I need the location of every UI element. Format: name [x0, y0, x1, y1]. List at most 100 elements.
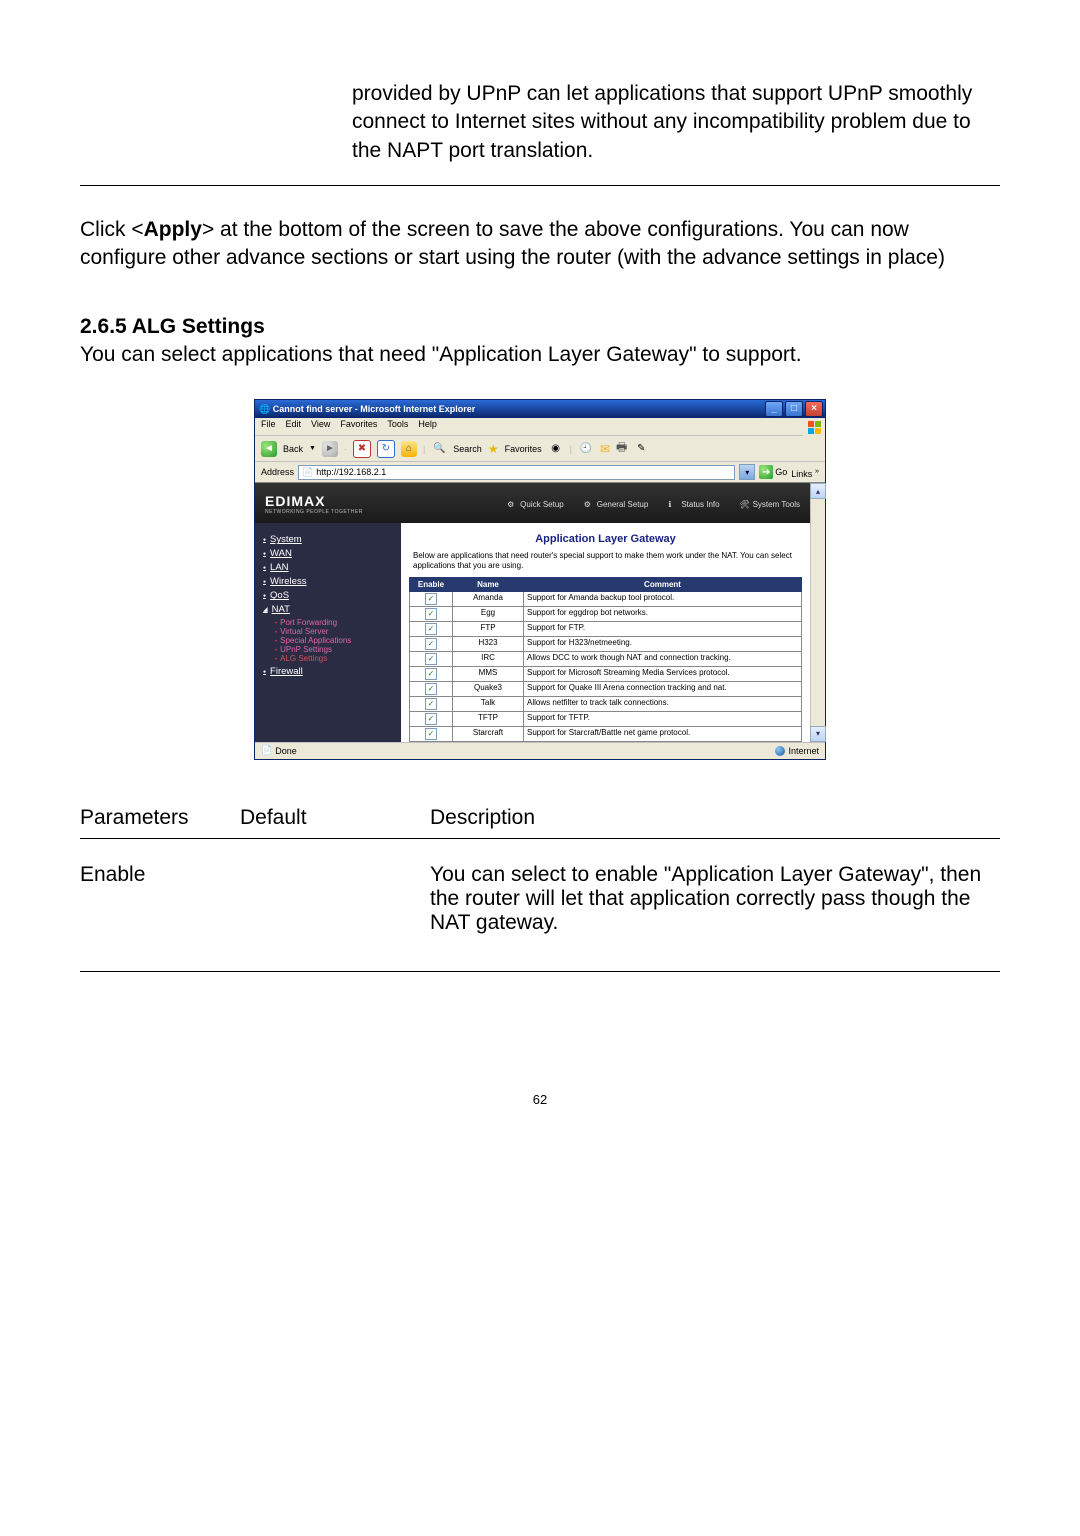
table-row: ✓StarcraftSupport for Starcraft/Battle n…: [410, 726, 802, 741]
sidebar-sub-special-applications[interactable]: Special Applications: [275, 636, 393, 645]
media-icon[interactable]: ◉: [548, 441, 564, 457]
sidebar-item-lan[interactable]: LAN: [263, 562, 393, 573]
parameters-table: Parameters Default Description: [80, 800, 1000, 836]
close-button[interactable]: ×: [805, 401, 823, 417]
sidebar-sub-upnp-settings[interactable]: UPnP Settings: [275, 645, 393, 654]
status-zone: Internet: [775, 746, 819, 756]
checkbox[interactable]: ✓: [425, 668, 437, 680]
document-page: provided by UPnP can let applications th…: [0, 0, 1080, 1147]
back-label[interactable]: Back: [283, 444, 303, 454]
checkbox[interactable]: ✓: [425, 593, 437, 605]
checkbox[interactable]: ✓: [425, 608, 437, 620]
windows-flag-icon: [803, 418, 825, 436]
comment-cell: Support for TFTP.: [524, 711, 802, 726]
table-row: ✓MMSSupport for Microsoft Streaming Medi…: [410, 666, 802, 681]
topnav-general-setup[interactable]: ⚙General Setup: [584, 499, 649, 509]
sidebar-item-nat[interactable]: NAT: [263, 604, 393, 615]
name-cell: MMS: [453, 666, 524, 681]
address-input[interactable]: 📄 http://192.168.2.1: [298, 465, 735, 480]
scroll-down-icon[interactable]: ▾: [810, 726, 826, 742]
parameters-row: Enable You can select to enable "Applica…: [80, 857, 1000, 941]
maximize-button[interactable]: □: [785, 401, 803, 417]
sidebar-item-wireless[interactable]: Wireless: [263, 576, 393, 587]
sidebar-sub-virtual-server[interactable]: Virtual Server: [275, 627, 393, 636]
comment-cell: Support for Amanda backup tool protocol.: [524, 591, 802, 606]
enable-cell: ✓: [410, 681, 453, 696]
table-row: ✓ TFTPSupport for TFTP.: [410, 711, 802, 726]
checkbox[interactable]: ✓: [425, 623, 437, 635]
sidebar-sub-alg-settings[interactable]: ALG Settings: [275, 654, 393, 663]
name-cell: Amanda: [453, 591, 524, 606]
divider: [80, 971, 1000, 972]
topnav-quick-setup[interactable]: ⚙Quick Setup: [507, 499, 564, 509]
go-button[interactable]: ➔ Go: [759, 465, 787, 479]
checkbox[interactable]: ✓: [425, 683, 437, 695]
page-icon: 📄: [302, 467, 313, 478]
address-dropdown[interactable]: ▾: [739, 464, 755, 480]
home-icon[interactable]: ⌂: [401, 441, 417, 457]
scrollbar[interactable]: ▴ ▾: [810, 483, 825, 741]
menu-file[interactable]: File: [261, 419, 276, 434]
name-cell: Quake3: [453, 681, 524, 696]
address-value: http://192.168.2.1: [316, 467, 386, 477]
enable-cell: ✓: [410, 726, 453, 741]
mail-icon[interactable]: ✉: [600, 442, 610, 456]
name-cell: Egg: [453, 606, 524, 621]
th-default: Default: [240, 800, 430, 836]
sidebar-item-qos[interactable]: QoS: [263, 590, 393, 601]
brand-tagline: NETWORKING PEOPLE TOGETHER: [265, 509, 363, 515]
table-row: ✓TalkAllows netfilter to track talk conn…: [410, 696, 802, 711]
enable-cell: ✓: [410, 666, 453, 681]
links-label[interactable]: Links »: [791, 466, 819, 479]
enable-cell: ✓: [410, 696, 453, 711]
favorites-label[interactable]: Favorites: [505, 444, 542, 454]
divider: [80, 185, 1000, 186]
menu-tools[interactable]: Tools: [387, 419, 408, 434]
menu-edit[interactable]: Edit: [286, 419, 302, 434]
name-cell: TFTP: [453, 711, 524, 726]
checkbox[interactable]: ✓: [425, 713, 437, 725]
forward-icon[interactable]: ►: [322, 441, 338, 457]
globe-icon: [775, 746, 785, 756]
sidebar-item-wan[interactable]: WAN: [263, 548, 393, 559]
checkbox[interactable]: ✓: [425, 728, 437, 740]
print-icon[interactable]: 🖶: [616, 438, 627, 459]
divider: [80, 838, 1000, 839]
router-page: EDIMAX NETWORKING PEOPLE TOGETHER ⚙Quick…: [255, 483, 810, 741]
comment-cell: Support for Quake III Arena connection t…: [524, 681, 802, 696]
sidebar-sub-port-forwarding[interactable]: Port Forwarding: [275, 618, 393, 627]
checkbox[interactable]: ✓: [425, 698, 437, 710]
page-number: 62: [80, 1092, 1000, 1107]
th-parameters: Parameters: [80, 800, 240, 836]
checkbox[interactable]: ✓: [425, 653, 437, 665]
minimize-button[interactable]: _: [765, 401, 783, 417]
intro-fragment: provided by UPnP can let applications th…: [352, 80, 1000, 165]
menu-help[interactable]: Help: [418, 419, 437, 434]
table-row: ✓IRCAllows DCC to work though NAT and co…: [410, 651, 802, 666]
table-row: ✓ FTPSupport for FTP.: [410, 621, 802, 636]
main-row: System WAN LAN Wireless QoS NAT Port For…: [255, 523, 810, 741]
topnav-status-info[interactable]: ℹStatus Info: [668, 499, 719, 509]
menu-view[interactable]: View: [311, 419, 330, 434]
favorites-icon[interactable]: ★: [488, 442, 499, 456]
menu-favorites[interactable]: Favorites: [340, 419, 377, 434]
checkbox[interactable]: ✓: [425, 638, 437, 650]
stop-icon[interactable]: ✖: [353, 440, 371, 458]
back-icon[interactable]: ◄: [261, 441, 277, 457]
sidebar-item-system[interactable]: System: [263, 534, 393, 545]
th-description: Description: [430, 800, 1000, 836]
topnav-system-tools[interactable]: 🛠System Tools: [740, 499, 800, 509]
scroll-up-icon[interactable]: ▴: [810, 483, 826, 499]
search-icon[interactable]: 🔍: [431, 441, 447, 457]
history-icon[interactable]: 🕘: [578, 441, 594, 457]
search-label[interactable]: Search: [453, 444, 482, 454]
enable-cell: ✓: [410, 711, 453, 726]
brand-logo: EDIMAX: [265, 493, 363, 509]
comment-cell: Support for FTP.: [524, 621, 802, 636]
misc-icon[interactable]: ✎: [633, 441, 649, 457]
sidebar-item-firewall[interactable]: Firewall: [263, 666, 393, 677]
name-cell: FTP: [453, 621, 524, 636]
comment-cell: Support for Starcraft/Battle net game pr…: [524, 726, 802, 741]
enable-cell: ✓: [410, 651, 453, 666]
refresh-icon[interactable]: ↻: [377, 440, 395, 458]
